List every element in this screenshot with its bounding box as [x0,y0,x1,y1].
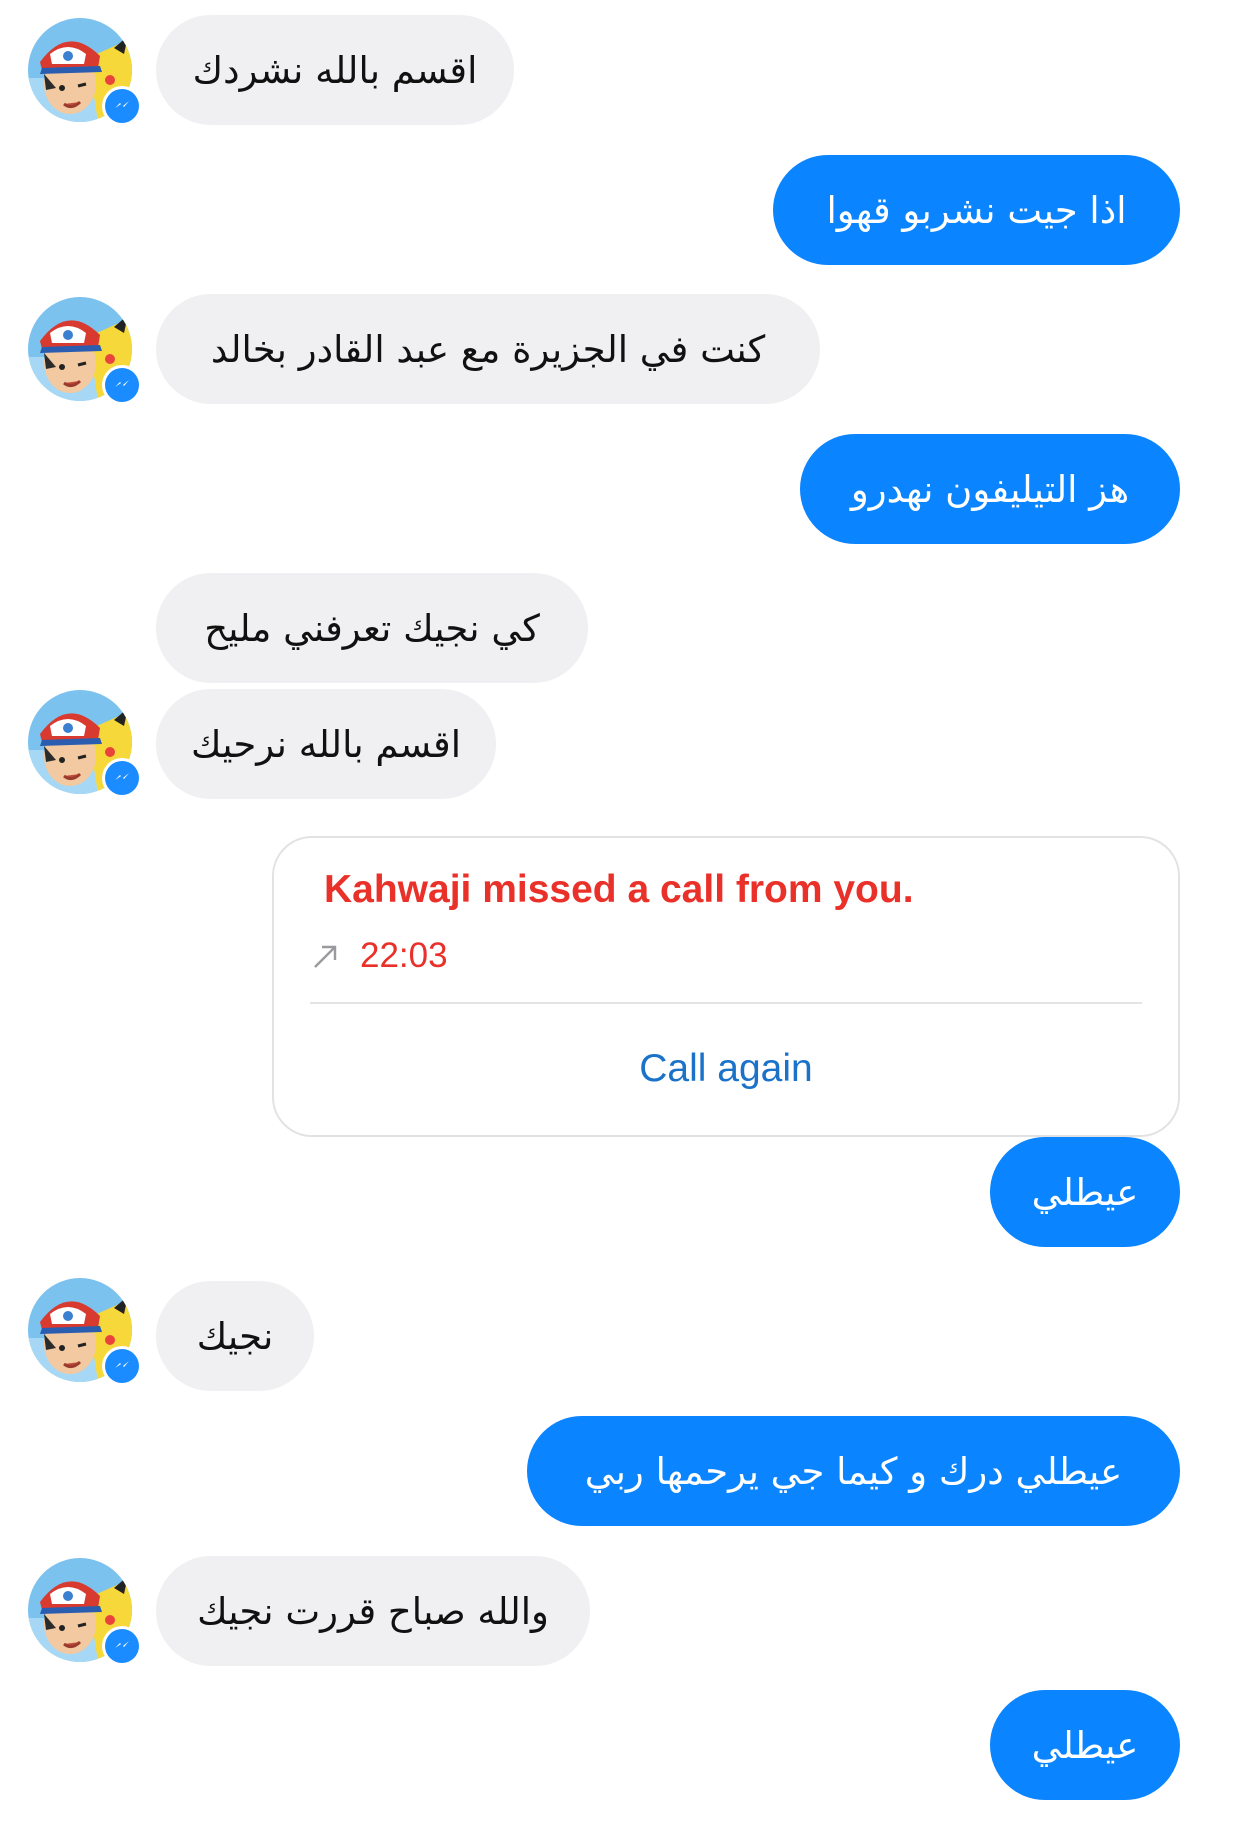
call-again-button[interactable]: Call again [274,1034,1178,1104]
message-text: كي نجيك تعرفني مليح [204,606,540,650]
missed-call-title: Kahwaji missed a call from you. [324,868,914,911]
message-text: اقسم بالله نرحيك [191,722,461,766]
contact-avatar-icon[interactable] [28,18,142,126]
messenger-badge-icon [102,1346,142,1386]
message-text: عيطلي [1031,1723,1139,1767]
message-text: عيطلي درك و كيما جي يرحمها ربي [584,1449,1123,1493]
contact-avatar-icon[interactable] [28,1278,142,1386]
message-bubble-outgoing[interactable]: اذا جيت نشربو قهوا [773,155,1180,265]
message-bubble-incoming[interactable]: نجيك [156,1281,314,1391]
message-bubble-incoming[interactable]: والله صباح قررت نجيك [156,1556,590,1666]
contact-avatar-icon[interactable] [28,690,142,798]
message-bubble-incoming[interactable]: كنت في الجزيرة مع عبد القادر بخالد [156,294,820,404]
message-text: عيطلي [1031,1170,1139,1214]
message-text: نجيك [196,1314,274,1358]
call-card-divider [310,1002,1142,1004]
message-bubble-incoming[interactable]: اقسم بالله نشردك [156,15,514,125]
call-time-row: 22:03 [310,936,448,976]
message-bubble-outgoing[interactable]: هز التيليفون نهدرو [800,434,1180,544]
message-bubble-incoming[interactable]: اقسم بالله نرحيك [156,689,496,799]
messenger-badge-icon [102,365,142,405]
message-text: كنت في الجزيرة مع عبد القادر بخالد [210,327,766,371]
contact-avatar-icon[interactable] [28,1558,142,1666]
messenger-badge-icon [102,86,142,126]
message-bubble-incoming[interactable]: كي نجيك تعرفني مليح [156,573,588,683]
missed-call-card: Kahwaji missed a call from you. 22:03 Ca… [272,836,1180,1137]
messenger-badge-icon [102,758,142,798]
messenger-badge-icon [102,1626,142,1666]
outgoing-call-arrow-icon [314,945,337,968]
message-thread: اقسم بالله نشردك اذا جيت نشربو قهوا كنت … [0,0,1242,1825]
message-text: والله صباح قررت نجيك [197,1589,549,1633]
message-text: هز التيليفون نهدرو [850,467,1130,511]
call-time: 22:03 [360,936,448,975]
message-text: اقسم بالله نشردك [192,48,478,92]
contact-avatar-icon[interactable] [28,297,142,405]
message-bubble-outgoing[interactable]: عيطلي [990,1137,1180,1247]
message-bubble-outgoing[interactable]: عيطلي [990,1690,1180,1800]
message-text: اذا جيت نشربو قهوا [826,188,1127,232]
message-bubble-outgoing[interactable]: عيطلي درك و كيما جي يرحمها ربي [527,1416,1180,1526]
